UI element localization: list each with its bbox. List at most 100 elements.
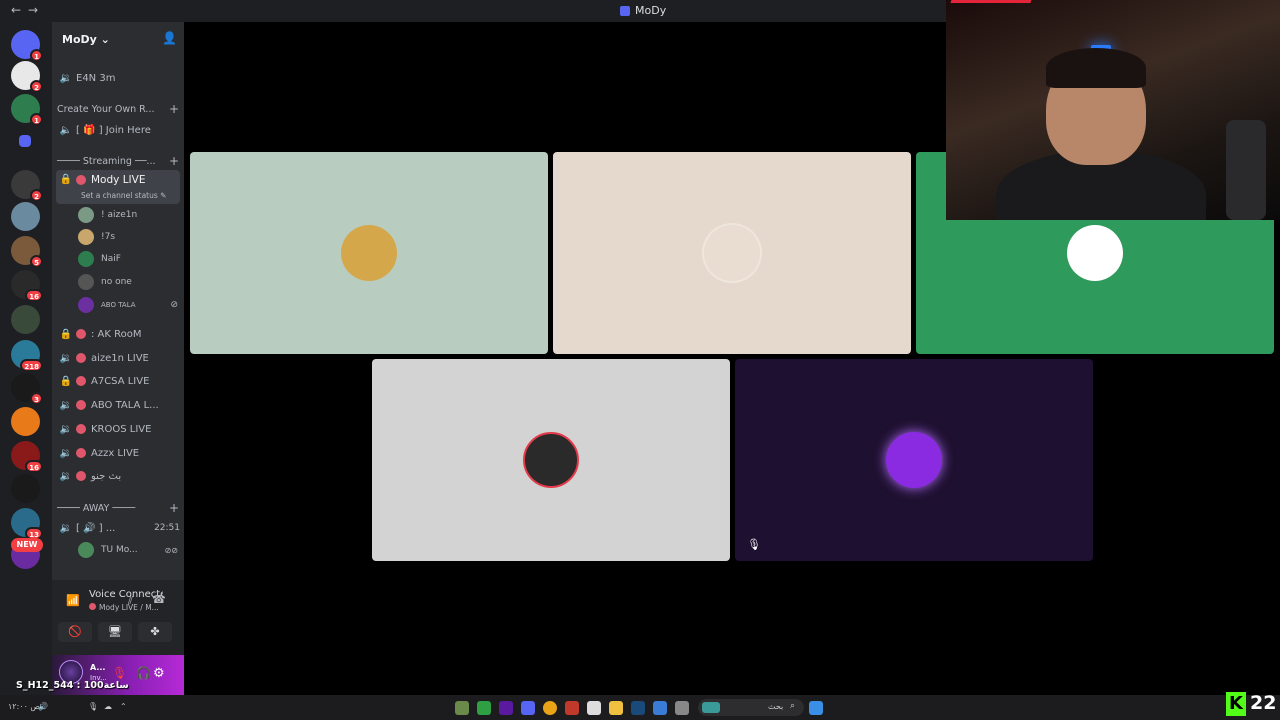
server-icon[interactable]: 218 <box>11 340 43 372</box>
channel-name: A7CSA LIVE <box>91 375 150 387</box>
avatar <box>78 542 94 558</box>
taskbar-app-icon[interactable] <box>455 701 469 715</box>
live-dot <box>76 376 86 386</box>
chrome-icon[interactable] <box>543 701 557 715</box>
voice-user-name: ! aize1n <box>101 210 138 220</box>
network-icon[interactable]: ☁ <box>104 702 112 711</box>
category-streaming[interactable]: ──── Streaming ──... + <box>57 153 179 169</box>
speaker-icon: 🔉 <box>59 522 73 534</box>
notification-badge: 5 <box>30 255 43 268</box>
category-create[interactable]: Create Your Own R... + <box>57 101 179 117</box>
server-icon[interactable]: 16 <box>11 441 43 473</box>
add-channel-icon[interactable]: + <box>169 102 179 116</box>
activities-button[interactable]: ✤ <box>138 622 172 642</box>
server-icon[interactable]: 2 <box>11 61 43 93</box>
voice-channel[interactable]: 🔉 بث جنو <box>56 465 180 487</box>
voice-channel[interactable]: 🔉 KROOS LIVE <box>56 418 180 440</box>
voice-tile-1[interactable] <box>190 152 548 354</box>
xbox-icon[interactable] <box>477 701 491 715</box>
server-list: 1 2 1 2 5 16 218 3 16 13 <box>0 22 52 695</box>
mic-icon[interactable]: 🎙 <box>88 702 98 711</box>
volume-icon[interactable]: 🔊 <box>38 702 48 711</box>
discord-icon[interactable] <box>521 701 535 715</box>
voice-user-name: ABO TALA <box>101 301 136 309</box>
mic-muted-icon[interactable]: 🎙 <box>112 666 127 680</box>
away-user[interactable]: TU Mo... ⊘⊘ <box>78 540 178 560</box>
screen-share-button[interactable]: 🖥 <box>98 622 132 642</box>
server-icon[interactable]: 1 <box>11 94 43 126</box>
server-name[interactable]: MoDy ⌄ <box>62 33 110 46</box>
voice-channel[interactable]: 🔉 Azzx LIVE <box>56 442 180 464</box>
server-icon[interactable]: 5 <box>11 236 43 268</box>
voice-channel[interactable]: 🔉 ABO TALA L... <box>56 394 180 416</box>
live-dot <box>76 448 86 458</box>
voice-status-subtitle[interactable]: Mody LIVE / M... <box>89 603 159 612</box>
voice-user[interactable]: NaiF <box>78 249 178 269</box>
add-channel-icon[interactable]: + <box>169 154 179 168</box>
file-explorer-icon[interactable] <box>609 701 623 715</box>
disconnect-icon[interactable]: ☎ <box>152 593 166 606</box>
server-icon[interactable] <box>19 135 31 147</box>
server-icon[interactable]: 16 <box>11 270 43 302</box>
taskbar-app-icon[interactable] <box>565 701 579 715</box>
voice-channel[interactable]: 🔒 A7CSA LIVE <box>56 370 180 392</box>
voice-tile-5[interactable]: 🎙 <box>735 359 1093 561</box>
server-icon[interactable] <box>11 407 40 436</box>
settings-gear-icon[interactable]: ⚙ <box>153 666 165 681</box>
server-icon[interactable]: 2 <box>11 170 43 202</box>
server-icon[interactable] <box>11 202 40 231</box>
speaker-icon: 🔉 <box>59 72 73 84</box>
notification-badge: 2 <box>30 80 43 93</box>
speaker-icon: 🔉 <box>59 423 73 435</box>
server-header[interactable]: MoDy ⌄ 👤 <box>52 22 184 56</box>
server-icon[interactable] <box>11 474 40 503</box>
windows-start-icon[interactable] <box>809 701 823 715</box>
camera-button[interactable]: 🚫 <box>58 622 92 642</box>
username[interactable]: A... <box>90 663 105 672</box>
forward-arrow-icon[interactable]: → <box>28 3 38 17</box>
notification-badge: 1 <box>30 49 43 62</box>
voice-channel[interactable]: 🔉 aize1n LIVE <box>56 347 180 369</box>
noise-suppression-icon[interactable]: ⫽ <box>128 594 133 608</box>
voice-tile-2[interactable] <box>553 152 911 354</box>
channel-e4n[interactable]: 🔉 E4N 3m <box>56 67 180 89</box>
server-icon[interactable] <box>11 305 40 334</box>
connection-icon[interactable]: 📶 <box>66 594 80 607</box>
windows-taskbar: ص ١٢:٠٠ 🔊 🎙 ☁ ⌃ بحث ⌕ <box>0 695 1280 720</box>
taskbar-search[interactable]: بحث ⌕ <box>698 699 804 716</box>
steam-icon[interactable] <box>631 701 645 715</box>
taskbar-app-icon[interactable] <box>675 701 689 715</box>
channel-away[interactable]: 🔉 [ 🔊 ] ... 22:51 <box>56 517 180 539</box>
avatar <box>78 297 94 313</box>
muted-icon: ⊘ <box>170 300 178 310</box>
kick-logo-icon: K <box>1226 692 1246 716</box>
add-member-icon[interactable]: 👤 <box>162 31 177 45</box>
notification-badge: 16 <box>25 460 43 473</box>
notepad-icon[interactable] <box>587 701 601 715</box>
tray-chevron-icon[interactable]: ⌃ <box>120 702 127 711</box>
back-arrow-icon[interactable]: ← <box>11 3 21 17</box>
category-away[interactable]: ──── AWAY ──── + <box>57 500 179 516</box>
avatar <box>78 207 94 223</box>
voice-channel[interactable]: 🔒: AK RooM <box>56 323 180 345</box>
voice-user[interactable]: ! aize1n <box>78 205 178 225</box>
add-channel-icon[interactable]: + <box>169 501 179 515</box>
edge-icon[interactable] <box>653 701 667 715</box>
voice-tile-4[interactable] <box>372 359 730 561</box>
tray-clock: ص ١٢:٠٠ <box>8 702 41 711</box>
channel-join-here[interactable]: 🔈 [ 🎁 ] Join Here <box>56 119 180 141</box>
voice-user-name: no one <box>101 277 132 287</box>
lock-icon: 🔒 <box>59 174 73 185</box>
taskbar-app-icon[interactable] <box>499 701 513 715</box>
lock-icon: 🔒 <box>59 375 73 387</box>
server-icon[interactable]: 13 <box>11 508 43 540</box>
channel-sidebar: MoDy ⌄ 👤 🔉 E4N 3m Create Your Own R... +… <box>52 22 184 695</box>
channel-status-edit[interactable]: Set a channel status ✎ <box>81 191 166 200</box>
server-icon[interactable]: 3 <box>11 373 43 405</box>
avatar <box>1067 225 1123 281</box>
headphones-icon[interactable]: 🎧 <box>136 666 151 680</box>
server-icon[interactable]: 1 <box>11 30 43 62</box>
voice-user[interactable]: no one <box>78 272 178 292</box>
voice-user[interactable]: !7s <box>78 227 178 247</box>
voice-user[interactable]: ABO TALA ⊘ <box>78 295 178 315</box>
